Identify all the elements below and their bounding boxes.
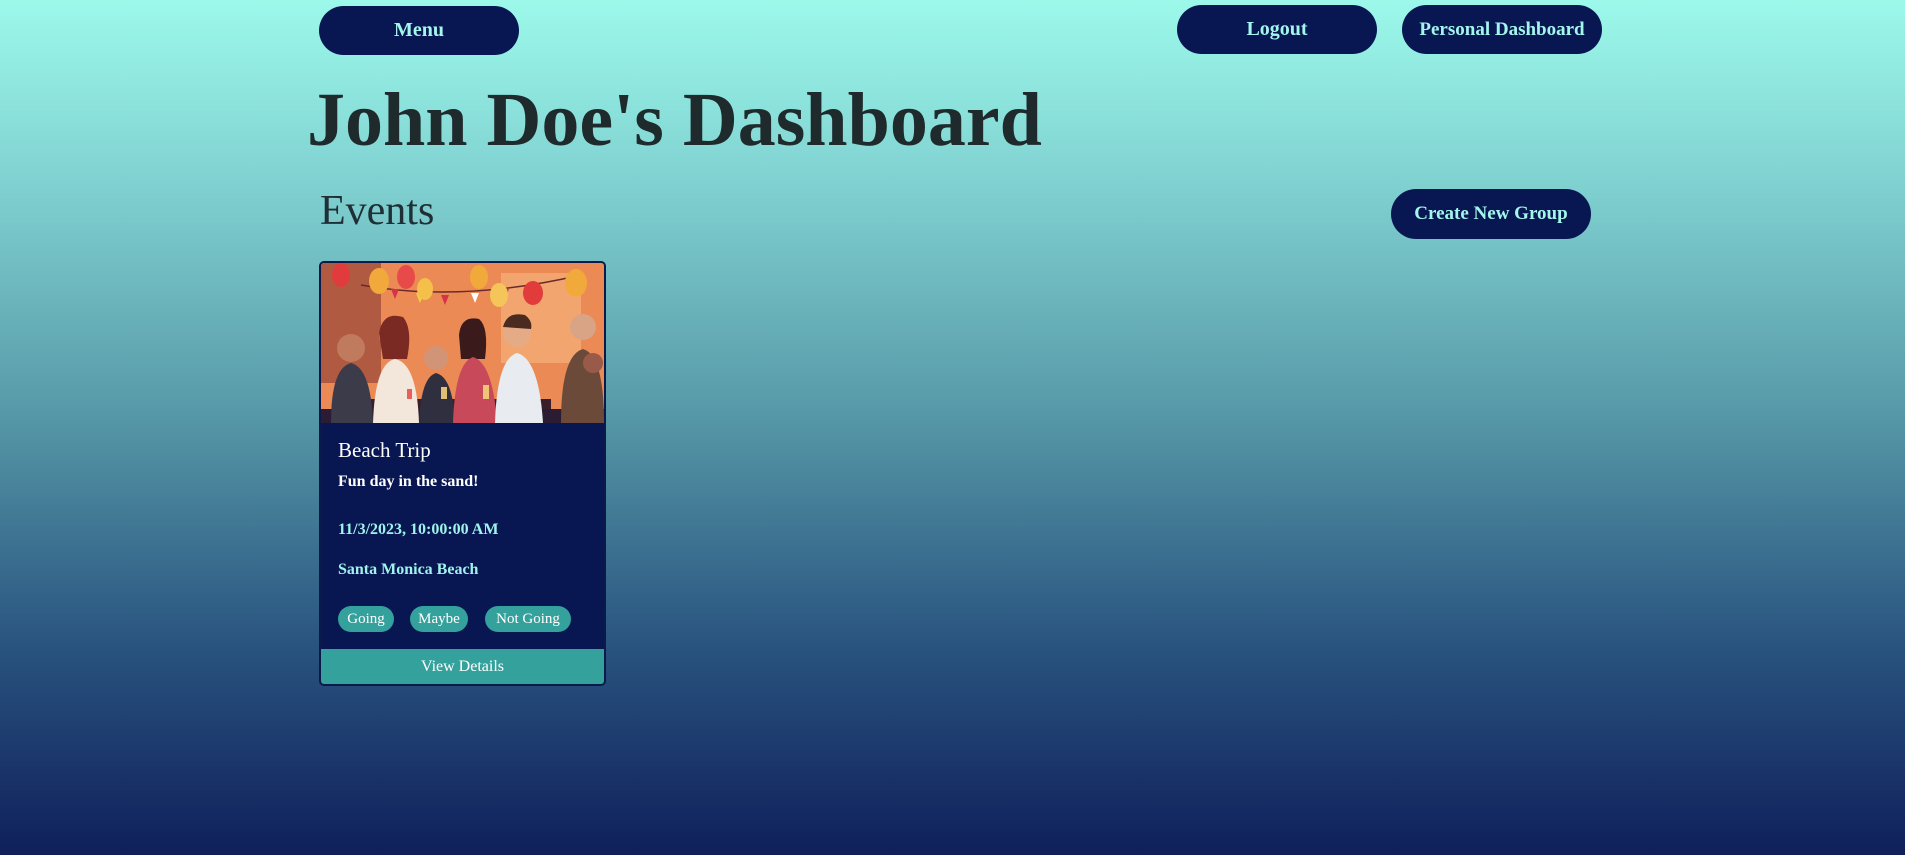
- events-section-title: Events: [320, 188, 435, 234]
- event-description: Fun day in the sand!: [338, 473, 479, 490]
- view-details-button[interactable]: View Details: [321, 649, 604, 684]
- personal-dashboard-button[interactable]: Personal Dashboard: [1402, 5, 1602, 54]
- page-title: John Doe's Dashboard: [307, 78, 1042, 162]
- party-illustration-image: [321, 263, 604, 423]
- rsvp-maybe-button[interactable]: Maybe: [410, 606, 468, 632]
- event-card: Beach Trip Fun day in the sand! 11/3/202…: [319, 261, 606, 686]
- rsvp-going-button[interactable]: Going: [338, 606, 394, 632]
- event-datetime: 11/3/2023, 10:00:00 AM: [338, 521, 499, 538]
- event-title: Beach Trip: [338, 438, 431, 462]
- menu-button[interactable]: Menu: [319, 6, 519, 55]
- event-location: Santa Monica Beach: [338, 561, 479, 578]
- logout-button[interactable]: Logout: [1177, 5, 1377, 54]
- rsvp-not-going-button[interactable]: Not Going: [485, 606, 571, 632]
- create-new-group-button[interactable]: Create New Group: [1391, 189, 1591, 239]
